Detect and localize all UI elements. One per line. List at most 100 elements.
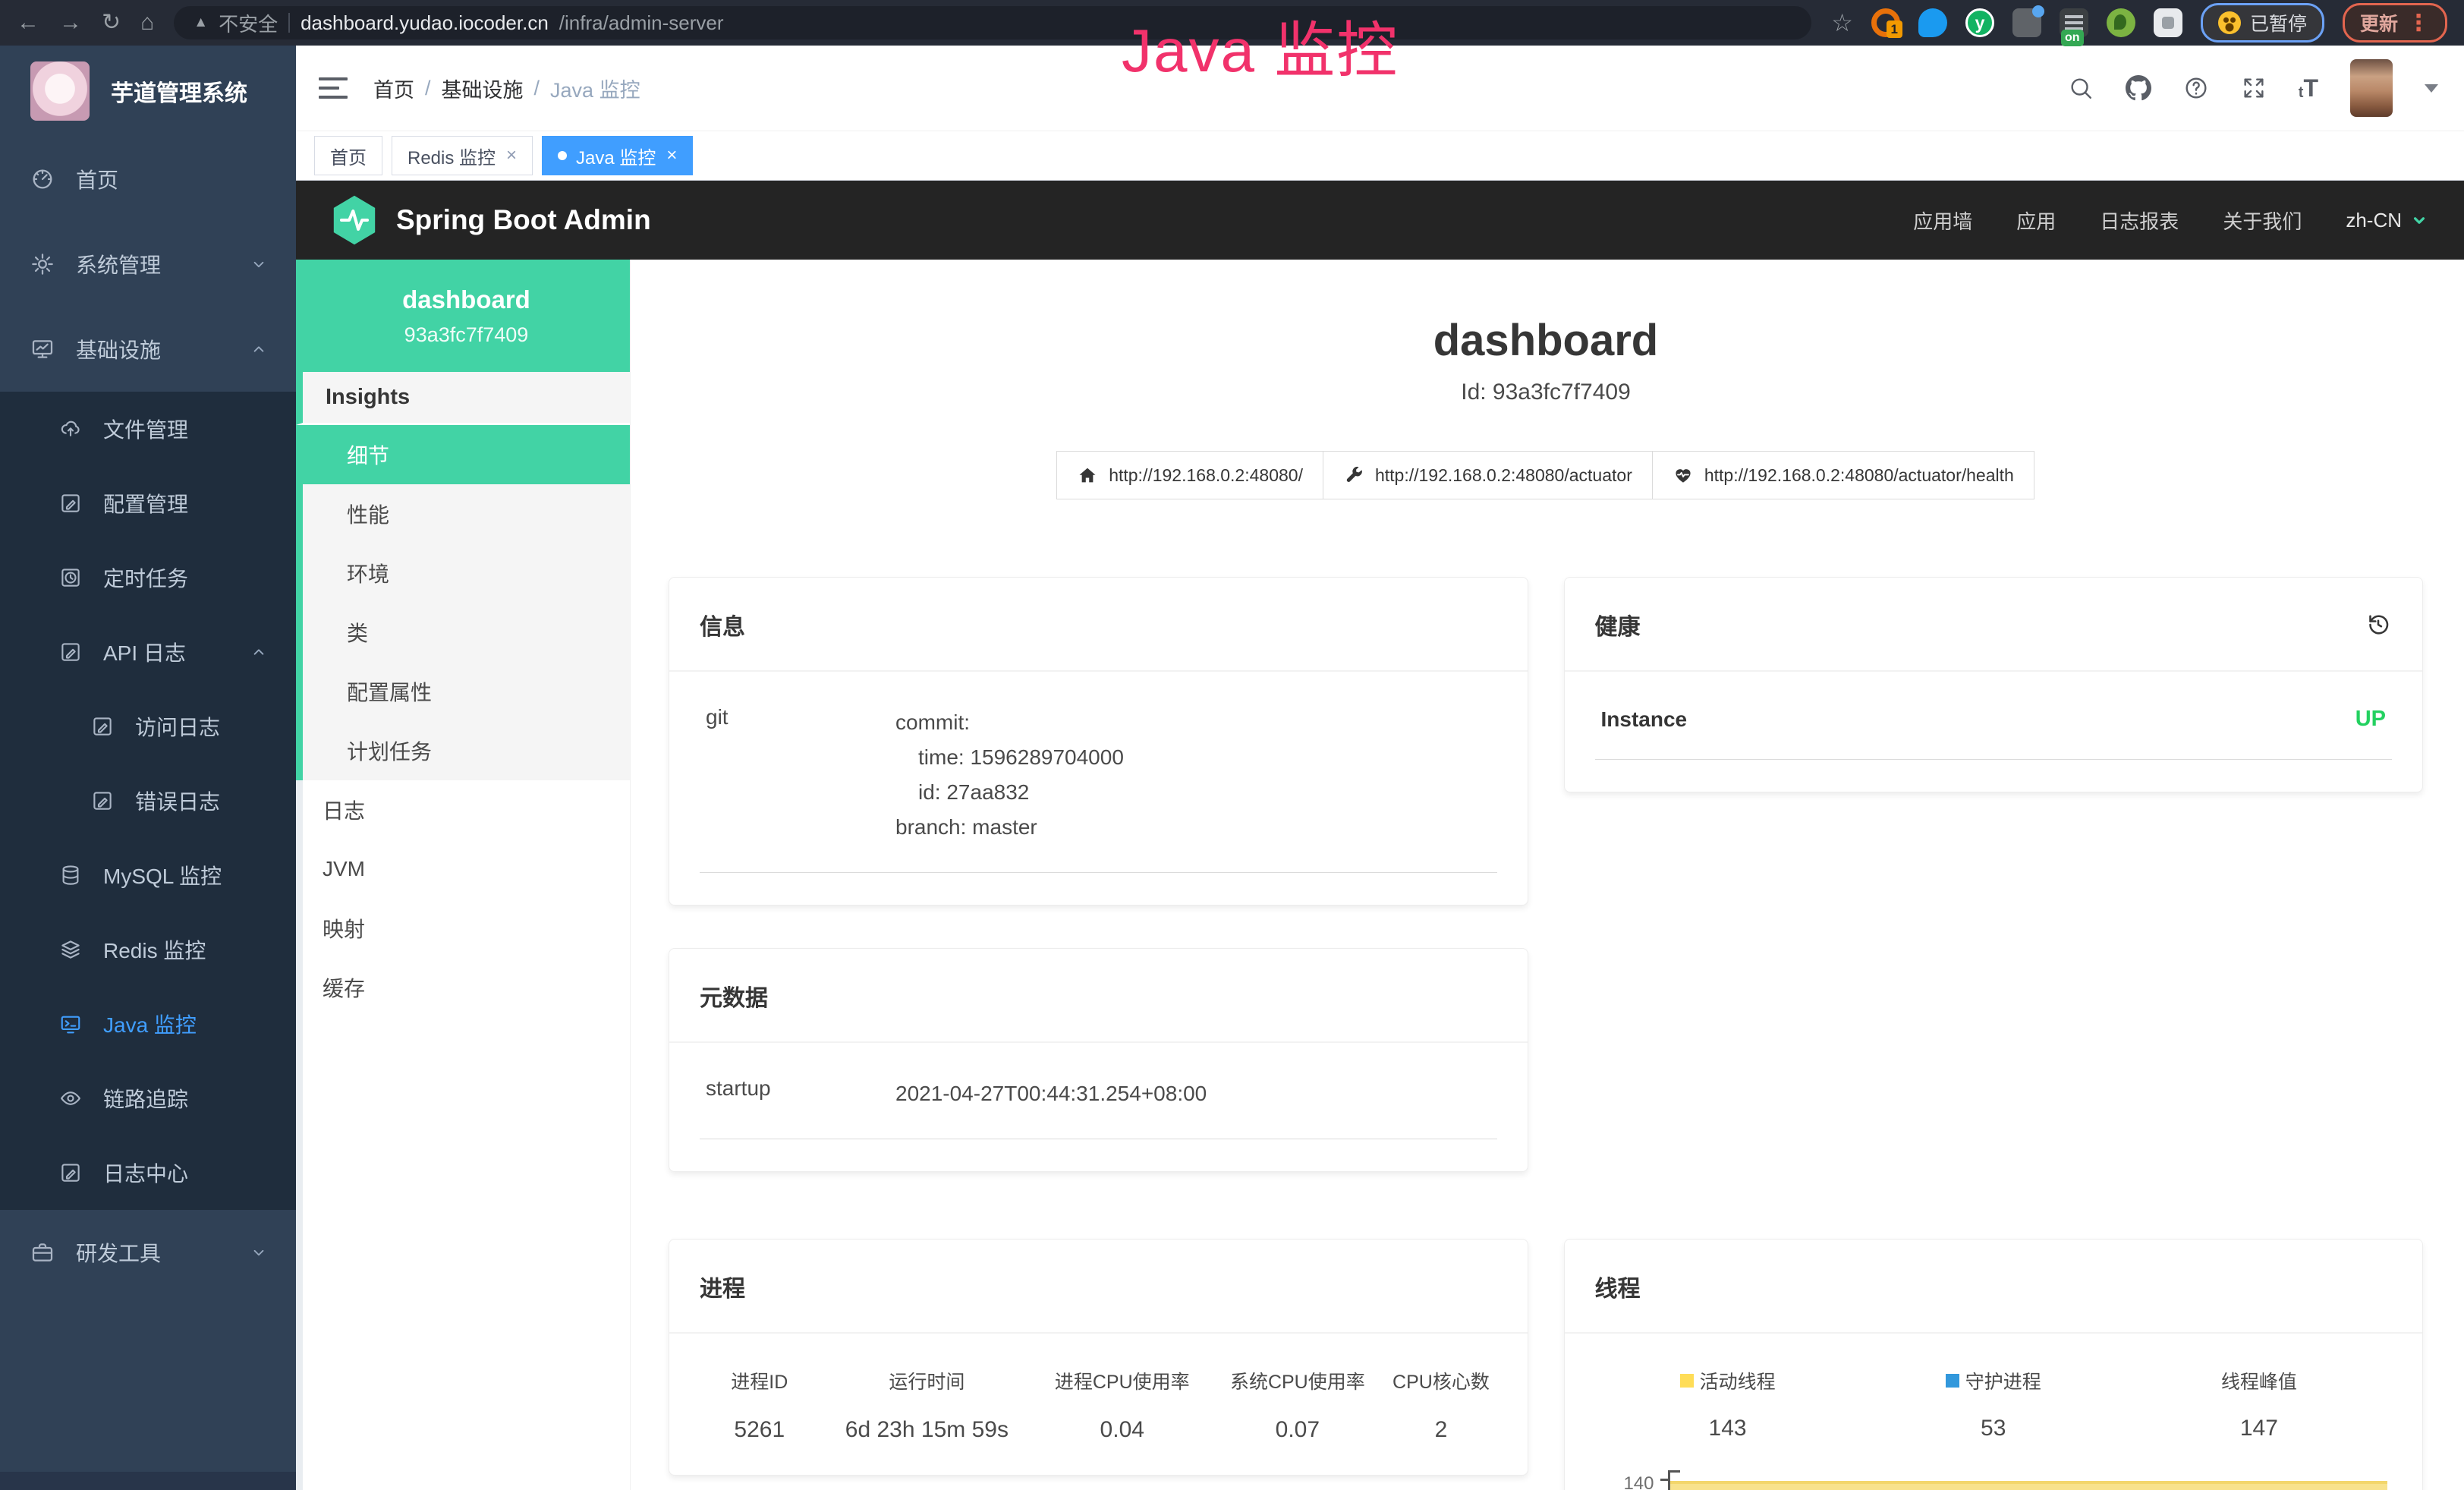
user-avatar[interactable]	[2350, 59, 2393, 117]
sidebar-item-error-logs[interactable]: 错误日志	[0, 764, 296, 838]
sba-language-select[interactable]: zh-CN	[2346, 209, 2429, 232]
app-menu: 首页 系统管理 基础设施 文件管理	[0, 137, 296, 1295]
sidebar-item-label: 访问日志	[135, 711, 220, 742]
sba-nav-wallboard[interactable]: 应用墙	[1913, 206, 1972, 235]
app-sidebar: 芋道管理系统 首页 系统管理 基础设施	[0, 46, 296, 1490]
threads-area-series	[1670, 1481, 2388, 1490]
browser-home-icon[interactable]: ⌂	[140, 11, 154, 34]
sidebar-item-system-management[interactable]: 系统管理	[0, 222, 296, 307]
instance-home-url: http://192.168.0.2:48080/	[1109, 465, 1303, 486]
sba-nav-journal[interactable]: 日志报表	[2100, 206, 2179, 235]
sba-menu-mappings[interactable]: 映射	[303, 899, 630, 958]
browser-update-button[interactable]: 更新 ⋮	[2343, 3, 2447, 43]
extension-icon-green-y[interactable]: y	[1965, 8, 1994, 37]
breadcrumb-home[interactable]: 首页	[373, 74, 414, 103]
app-title: 芋道管理系统	[111, 74, 247, 108]
sidebar-item-infrastructure[interactable]: 基础设施	[0, 307, 296, 392]
user-menu-caret-icon[interactable]	[2425, 84, 2438, 93]
sba-menu-config-properties[interactable]: 配置属性	[303, 662, 630, 721]
sba-menu-scheduled-tasks[interactable]: 计划任务	[303, 721, 630, 780]
legend-live-threads-value: 143	[1595, 1416, 1861, 1441]
tab-home[interactable]: 首页	[314, 136, 382, 175]
sba-nav-applications[interactable]: 应用	[2016, 206, 2056, 235]
sba-instance-header[interactable]: dashboard 93a3fc7f7409	[296, 260, 630, 372]
sba-menu-caches[interactable]: 缓存	[303, 958, 630, 1017]
breadcrumb-infrastructure[interactable]: 基础设施	[442, 74, 524, 103]
sba-menu-jvm[interactable]: JVM	[303, 840, 630, 899]
eye-icon	[59, 1087, 82, 1110]
instance-actuator-url: http://192.168.0.2:48080/actuator	[1375, 465, 1632, 486]
extensions-puzzle-icon[interactable]	[2154, 8, 2182, 37]
info-git-row: git commit: time: 1596289704000 id: 27aa…	[700, 705, 1497, 873]
sba-menu-details[interactable]: 细节	[303, 425, 630, 484]
browser-forward-icon[interactable]: →	[59, 11, 82, 34]
sidebar-item-config-management[interactable]: 配置管理	[0, 466, 296, 540]
bookmark-star-icon[interactable]: ☆	[1831, 8, 1853, 37]
browser-reload-icon[interactable]: ↻	[102, 11, 121, 34]
close-icon[interactable]: ×	[666, 145, 677, 166]
sidebar-item-scheduled-tasks[interactable]: 定时任务	[0, 540, 296, 615]
extension-icon-grid[interactable]	[2012, 8, 2041, 37]
health-history-icon[interactable]	[2365, 611, 2392, 638]
sidebar-item-mysql-monitor[interactable]: MySQL 监控	[0, 838, 296, 912]
sba-menu-environment[interactable]: 环境	[303, 543, 630, 603]
edit-icon	[59, 492, 82, 515]
info-card-title: 信息	[669, 578, 1528, 672]
sba-header: Spring Boot Admin 应用墙 应用 日志报表 关于我们 zh-CN	[296, 181, 2464, 260]
sidebar-item-trace[interactable]: 链路追踪	[0, 1061, 296, 1136]
sba-menu-section-insights: Insights	[296, 372, 630, 425]
spring-boot-admin-logo-icon	[331, 194, 378, 246]
extension-icon-blue-pin[interactable]	[1918, 8, 1947, 37]
sidebar-item-file-management[interactable]: 文件管理	[0, 392, 296, 466]
tab-java-monitor[interactable]: Java 监控 ×	[542, 136, 693, 175]
instance-actuator-link[interactable]: http://192.168.0.2:48080/actuator	[1323, 451, 1653, 499]
sba-menu-classes[interactable]: 类	[303, 603, 630, 662]
sidebar-item-dev-tools[interactable]: 研发工具	[0, 1210, 296, 1295]
close-icon[interactable]: ×	[506, 145, 517, 166]
spring-boot-admin-frame: Spring Boot Admin 应用墙 应用 日志报表 关于我们 zh-CN	[296, 181, 2464, 1490]
sba-nav-about[interactable]: 关于我们	[2223, 206, 2302, 235]
sba-menu-performance[interactable]: 性能	[303, 484, 630, 543]
tab-redis-monitor[interactable]: Redis 监控 ×	[392, 136, 533, 175]
metadata-startup-key: startup	[706, 1076, 895, 1101]
browser-back-icon[interactable]: ←	[17, 11, 39, 34]
threads-card: 线程 活动线程	[1564, 1239, 2424, 1490]
sba-menu-logs[interactable]: 日志	[303, 780, 630, 840]
sba-root-menu: 日志 JVM 映射 缓存	[296, 780, 630, 1490]
sidebar-item-java-monitor[interactable]: Java 监控	[0, 987, 296, 1061]
process-card: 进程 进程ID 运行时间 进程CPU使用率 系统CPU	[669, 1239, 1528, 1476]
threads-chart-plot-area	[1668, 1470, 2388, 1490]
url-path: /infra/admin-server	[559, 11, 724, 35]
sba-nav: 应用墙 应用 日志报表 关于我们 zh-CN	[1913, 206, 2429, 235]
extension-icon-green-leaf[interactable]	[2107, 8, 2135, 37]
git-id-line: id: 27aa832	[895, 775, 1124, 810]
tab-paused-badge[interactable]: 已暂停	[2201, 3, 2324, 43]
sidebar-collapse-icon[interactable]	[319, 77, 348, 99]
instance-health-url: http://192.168.0.2:48080/actuator/health	[1704, 465, 2014, 486]
github-icon[interactable]	[2126, 75, 2151, 101]
browser-menu-dots-icon[interactable]: ⋮	[2407, 10, 2430, 36]
instance-health-link[interactable]: http://192.168.0.2:48080/actuator/health	[1652, 451, 2034, 499]
screen: ← → ↻ ⌂ ▲ 不安全 dashboard.yudao.iocoder.cn…	[0, 0, 2464, 1490]
search-icon[interactable]	[2068, 75, 2094, 101]
address-bar[interactable]: ▲ 不安全 dashboard.yudao.iocoder.cn/infra/a…	[174, 6, 1811, 39]
extension-icon-orange[interactable]: 1	[1871, 8, 1900, 37]
sidebar-item-log-center[interactable]: 日志中心	[0, 1136, 296, 1210]
sidebar-item-access-logs[interactable]: 访问日志	[0, 689, 296, 764]
url-divider	[288, 13, 290, 33]
sidebar-item-redis-monitor[interactable]: Redis 监控	[0, 912, 296, 987]
infrastructure-submenu: 文件管理 配置管理 定时任务 API 日志	[0, 392, 296, 1210]
metadata-card-title: 元数据	[669, 949, 1528, 1043]
y-axis-tick-140: 140	[1595, 1475, 1654, 1490]
fullscreen-icon[interactable]	[2241, 75, 2267, 101]
instance-links: http://192.168.0.2:48080/ http://192.168…	[669, 451, 2423, 499]
sidebar-item-home[interactable]: 首页	[0, 137, 296, 222]
font-size-icon[interactable]: tT	[2299, 76, 2318, 100]
instance-home-link[interactable]: http://192.168.0.2:48080/	[1056, 451, 1323, 499]
extension-icon-switch[interactable]: on	[2060, 8, 2088, 37]
gear-icon	[30, 252, 55, 276]
timer-icon	[59, 566, 82, 589]
help-icon[interactable]	[2183, 75, 2209, 101]
sidebar-item-api-logs[interactable]: API 日志	[0, 615, 296, 689]
git-commit-line: commit:	[895, 705, 1124, 740]
